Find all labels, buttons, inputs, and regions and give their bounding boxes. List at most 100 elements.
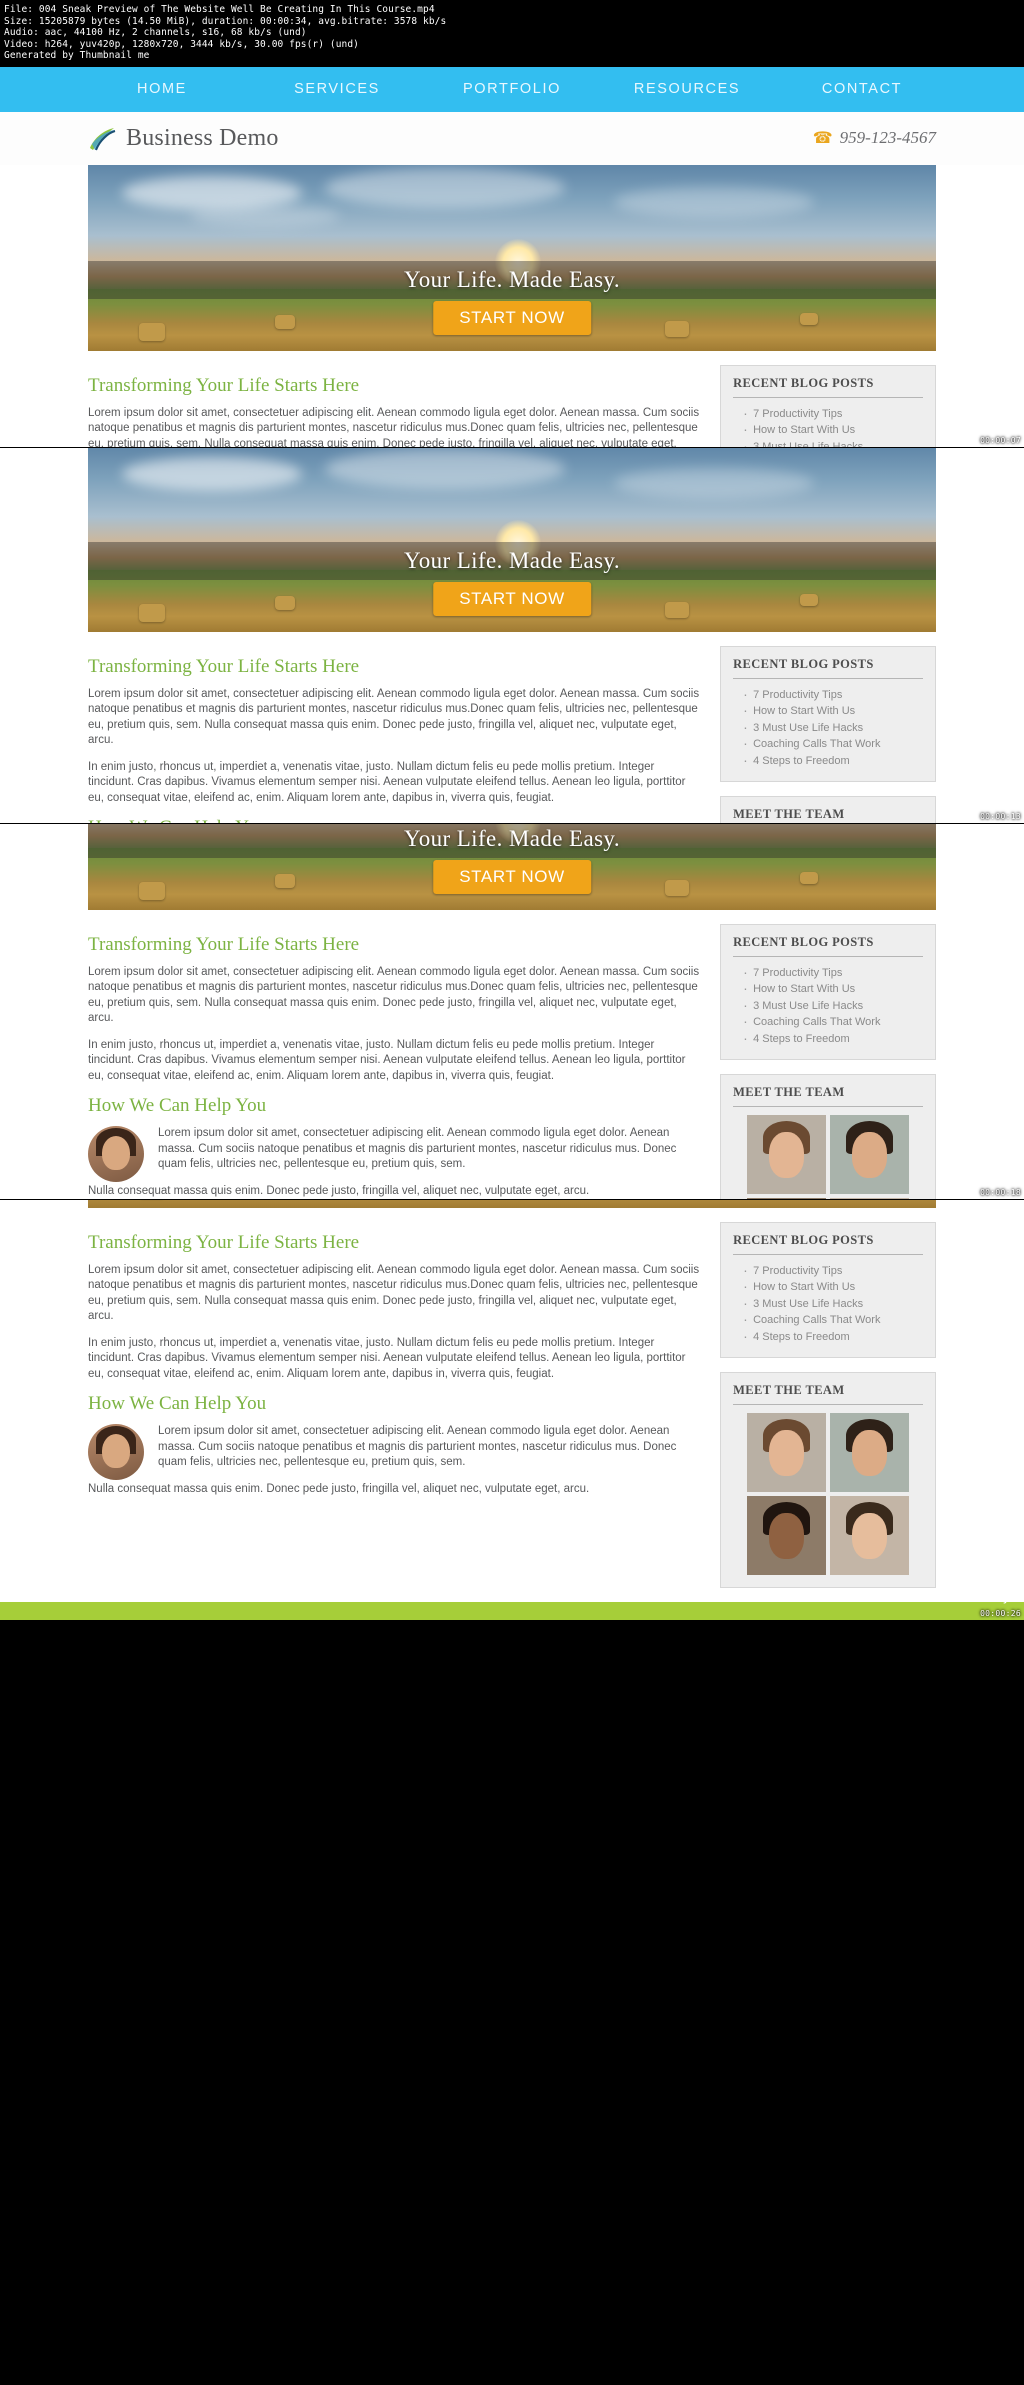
- list-item[interactable]: 3 Must Use Life Hacks: [743, 438, 923, 447]
- widget-recent-blog-posts: RECENT BLOG POSTS 7 Productivity Tips Ho…: [720, 645, 936, 782]
- widget-title-blog: RECENT BLOG POSTS: [733, 935, 923, 957]
- paragraph-3: Lorem ipsum dolor sit amet, consectetuer…: [158, 1425, 677, 1468]
- swoosh-logo-icon: [88, 124, 116, 152]
- list-item[interactable]: 3 Must Use Life Hacks: [743, 1295, 923, 1313]
- hay-bale: [800, 871, 819, 884]
- widget-meet-the-team: MEET THE TEAM: [720, 796, 936, 823]
- footer-col-newsletter: STAY IN THE KNOW Subscribre to get the l…: [519, 1618, 721, 1620]
- content-area: Transforming Your Life Starts Here Lorem…: [88, 351, 936, 447]
- nav-item-contact[interactable]: CONTACT: [775, 81, 950, 97]
- help-block: Lorem ipsum dolor sit amet, consectetuer…: [88, 1126, 702, 1184]
- paragraph-3: Lorem ipsum dolor sit amet, consectetuer…: [158, 1127, 677, 1170]
- footer-title-know: STAY IN THE KNOW: [519, 1618, 721, 1620]
- website: HOME SERVICES PORTFOLIO RESOURCES CONTAC…: [0, 1199, 1024, 1620]
- nav-item-portfolio[interactable]: PORTFOLIO: [425, 81, 600, 97]
- paragraph-1: Lorem ipsum dolor sit amet, consectetuer…: [88, 406, 700, 447]
- list-item[interactable]: 3 Must Use Life Hacks: [743, 719, 923, 737]
- list-item[interactable]: 7 Productivity Tips: [743, 964, 923, 982]
- list-item[interactable]: 4 Steps to Freedom: [743, 1328, 923, 1346]
- hero-title: Your Life. Made Easy.: [403, 548, 620, 574]
- header-phone[interactable]: ☎ 959-123-4567: [813, 128, 936, 148]
- list-item[interactable]: 7 Productivity Tips: [743, 405, 923, 423]
- avatar: [88, 1126, 144, 1182]
- main-nav[interactable]: HOME SERVICES PORTFOLIO RESOURCES CONTAC…: [0, 66, 1024, 112]
- list-item[interactable]: How to Start With Us: [743, 980, 923, 998]
- content-area: Transforming Your Life Starts Here Lorem…: [88, 632, 936, 823]
- meta-file: File: 004 Sneak Preview of The Website W…: [4, 4, 435, 15]
- list-item[interactable]: 4 Steps to Freedom: [743, 752, 923, 770]
- paragraph-1: Lorem ipsum dolor sit amet, consectetuer…: [88, 687, 700, 747]
- website: HOME SERVICES PORTFOLIO RESOURCES CONTAC…: [0, 447, 1024, 823]
- section-heading-transforming: Transforming Your Life Starts Here: [88, 1231, 360, 1253]
- main-column: Transforming Your Life Starts Here Lorem…: [88, 924, 702, 1199]
- widget-recent-blog-posts: RECENT BLOG POSTS 7 Productivity Tips Ho…: [720, 1221, 936, 1358]
- meta-video: Video: h264, yuv420p, 1280x720, 3444 kb/…: [4, 38, 359, 50]
- start-now-button[interactable]: START NOW: [433, 300, 591, 335]
- team-photo[interactable]: [747, 1115, 827, 1194]
- list-item[interactable]: 7 Productivity Tips: [743, 1262, 923, 1280]
- hero-banner: Your Life. Made Easy. START NOW: [88, 1199, 936, 1208]
- brand[interactable]: Business Demo: [88, 124, 279, 152]
- hero-banner: Your Life. Made Easy. START NOW: [88, 447, 936, 632]
- hay-bale: [138, 881, 165, 900]
- site-render: HOME SERVICES PORTFOLIO RESOURCES CONTAC…: [0, 447, 1024, 823]
- hay-bale: [664, 879, 689, 896]
- footer-col-testimonials: TESTIMONIALS "Quis enim donec pede, frin…: [304, 1618, 506, 1620]
- meta-generator: Generated by Thumbnail me: [4, 50, 150, 61]
- team-photo[interactable]: [747, 1495, 827, 1575]
- blog-list: 7 Productivity Tips How to Start With Us…: [733, 686, 923, 770]
- sidebar: RECENT BLOG POSTS 7 Productivity Tips Ho…: [720, 923, 936, 1199]
- main-column: Transforming Your Life Starts Here Lorem…: [88, 365, 702, 447]
- team-photo[interactable]: [830, 1413, 909, 1492]
- paragraph-2: In enim justo, rhoncus ut, imperdiet a, …: [88, 1336, 686, 1380]
- paragraph-2: In enim justo, rhoncus ut, imperdiet a, …: [88, 1038, 686, 1082]
- frame-timestamp: 00:00:07: [980, 435, 1021, 445]
- content-area: Transforming Your Life Starts Here Lorem…: [88, 1208, 936, 1602]
- blog-list: 7 Productivity Tips How to Start With Us…: [733, 1262, 923, 1346]
- team-photo[interactable]: [747, 1413, 827, 1492]
- team-photo[interactable]: [830, 1197, 909, 1199]
- widget-meet-the-team: MEET THE TEAM: [720, 1074, 936, 1199]
- section-heading-help: How We Can Help You: [88, 1393, 267, 1414]
- team-photo[interactable]: [747, 1197, 827, 1199]
- main-column: Transforming Your Life Starts Here Lorem…: [88, 1222, 702, 1602]
- hay-bale: [800, 593, 819, 606]
- site-footer: LATEST PROJECTS Nulla consequat massa TE…: [0, 1601, 1024, 1620]
- paragraph-2: In enim justo, rhoncus ut, imperdiet a, …: [88, 760, 686, 804]
- section-heading-transforming: Transforming Your Life Starts Here: [88, 655, 360, 677]
- widget-recent-blog-posts: RECENT BLOG POSTS 7 Productivity Tips Ho…: [720, 923, 936, 1060]
- meta-audio: Audio: aac, 44100 Hz, 2 channels, s16, 6…: [4, 27, 307, 38]
- list-item[interactable]: How to Start With Us: [743, 1278, 923, 1296]
- hay-bale: [664, 601, 689, 618]
- hero-banner: Your Life. Made Easy. START NOW: [88, 164, 936, 351]
- start-now-button[interactable]: START NOW: [433, 859, 591, 894]
- start-now-button[interactable]: START NOW: [433, 581, 591, 616]
- list-item[interactable]: How to Start With Us: [743, 702, 923, 720]
- frame-timestamp: 00:00:13: [980, 811, 1021, 821]
- list-item[interactable]: Coaching Calls That Work: [743, 1311, 923, 1329]
- list-item[interactable]: 7 Productivity Tips: [743, 686, 923, 704]
- site-render: HOME SERVICES PORTFOLIO RESOURCES CONTAC…: [0, 66, 1024, 447]
- nav-item-resources[interactable]: RESOURCES: [600, 81, 775, 97]
- list-item[interactable]: Coaching Calls That Work: [743, 1013, 923, 1031]
- hay-bale: [800, 312, 819, 325]
- team-photo[interactable]: [830, 1495, 909, 1575]
- cloud-icon: [613, 467, 814, 498]
- list-item[interactable]: 3 Must Use Life Hacks: [743, 997, 923, 1015]
- team-photo[interactable]: [830, 1115, 909, 1194]
- nav-item-home[interactable]: HOME: [75, 81, 250, 97]
- footer-title-touch: STAY IN TOUCH: [735, 1618, 937, 1620]
- sidebar: RECENT BLOG POSTS 7 Productivity Tips Ho…: [720, 1221, 936, 1602]
- list-item[interactable]: How to Start With Us: [743, 421, 923, 439]
- nav-item-services[interactable]: SERVICES: [250, 81, 425, 97]
- video-frame: HOME SERVICES PORTFOLIO RESOURCES CONTAC…: [0, 823, 1024, 1200]
- hay-bale: [138, 322, 165, 341]
- list-item[interactable]: 4 Steps to Freedom: [743, 1030, 923, 1048]
- site-render: HOME SERVICES PORTFOLIO RESOURCES CONTAC…: [0, 1199, 1024, 1620]
- site-header: Business Demo ☎ 959-123-4567: [0, 111, 1024, 165]
- thumbnail-sheet: File: 004 Sneak Preview of The Website W…: [0, 0, 1024, 1620]
- list-item[interactable]: Coaching Calls That Work: [743, 735, 923, 753]
- frame-timestamp: 00:00:18: [980, 1187, 1021, 1197]
- widget-title-blog: RECENT BLOG POSTS: [733, 376, 923, 398]
- team-grid: [733, 1115, 923, 1199]
